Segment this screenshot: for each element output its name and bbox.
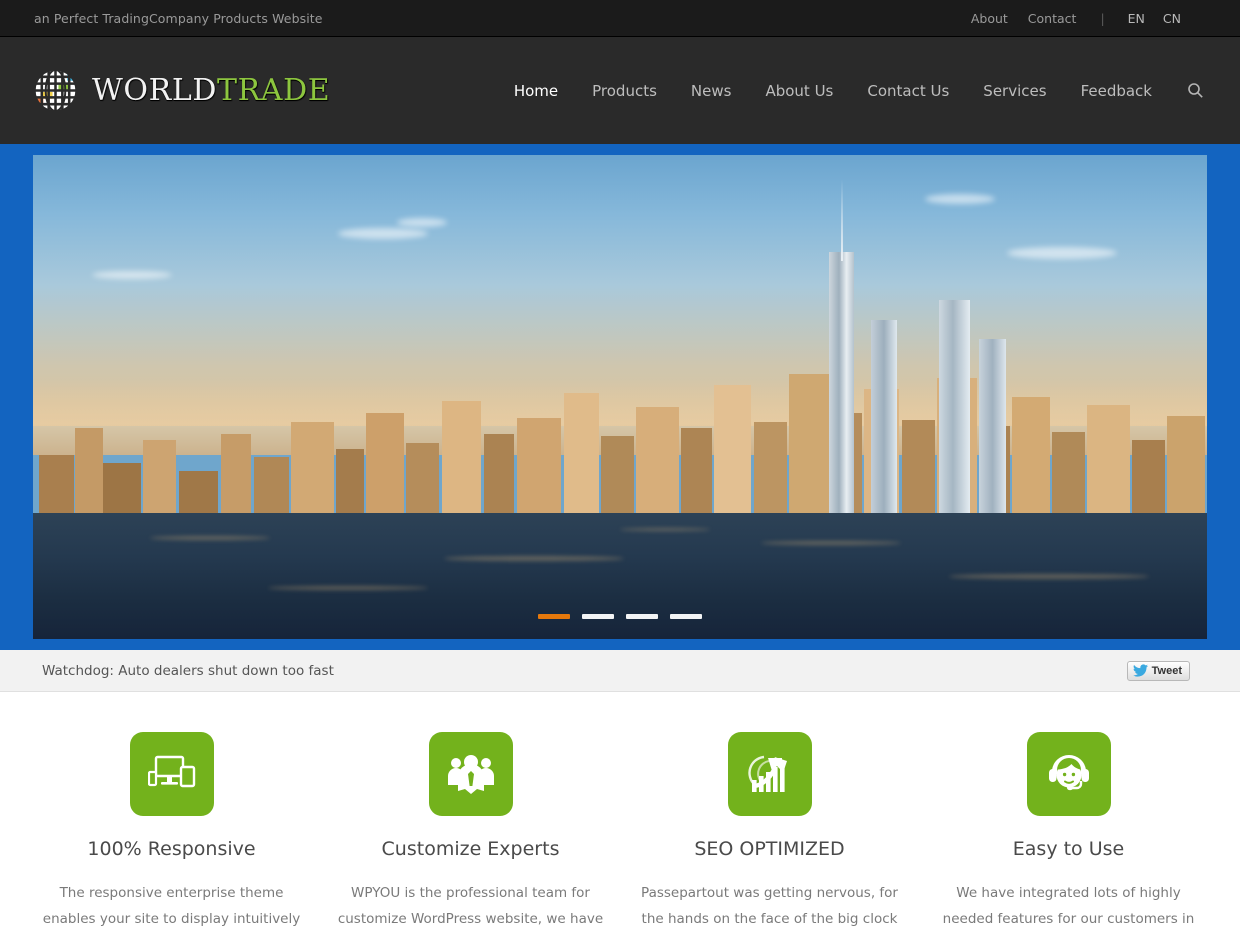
main-navigation: Home Products News About Us Contact Us S… <box>497 82 1212 100</box>
team-people-icon <box>428 732 513 816</box>
topbar-separator: | <box>1100 10 1105 26</box>
feature-card-seo-optimized: SEO OPTIMIZED Passepartout was getting n… <box>620 732 919 930</box>
city-skyline-layer <box>33 320 1207 514</box>
search-icon[interactable] <box>1169 82 1212 99</box>
feature-card-easy-to-use: Easy to Use We have integrated lots of h… <box>919 732 1218 930</box>
news-headline[interactable]: Watchdog: Auto dealers shut down too fas… <box>42 663 334 679</box>
water-layer <box>33 513 1207 639</box>
features-section: 100% Responsive The responsive enterpris… <box>0 692 1240 930</box>
nav-item-home[interactable]: Home <box>497 82 575 100</box>
freedom-tower <box>828 251 854 514</box>
feature-title: Easy to Use <box>1012 838 1125 860</box>
cloud-shape <box>925 193 996 204</box>
globe-icon <box>32 67 79 114</box>
cloud-shape <box>338 227 429 239</box>
language-switch-en[interactable]: EN <box>1119 11 1154 26</box>
feature-description: Passepartout was getting nervous, for th… <box>641 885 898 928</box>
topbar-link-about[interactable]: About <box>961 11 1018 26</box>
headset-support-icon <box>1026 732 1111 816</box>
nav-item-news[interactable]: News <box>674 82 749 100</box>
cloud-shape <box>1007 246 1118 259</box>
top-utility-links: About Contact | EN CN <box>961 11 1190 26</box>
site-tagline: an Perfect TradingCompany Products Websi… <box>34 10 323 26</box>
top-utility-bar: an Perfect TradingCompany Products Websi… <box>0 0 1240 37</box>
slider-pagination <box>33 614 1207 619</box>
slider-dot-2[interactable] <box>582 614 614 619</box>
responsive-devices-icon <box>129 732 214 816</box>
feature-description: The responsive enterprise theme enables … <box>42 885 301 928</box>
nav-item-about-us[interactable]: About Us <box>748 82 850 100</box>
brand-word-world: WORLD <box>92 72 217 108</box>
feature-title: Customize Experts <box>381 838 560 860</box>
feature-description: WPYOU is the professional team for custo… <box>337 885 604 928</box>
feature-card-customize-experts: Customize Experts WPYOU is the professio… <box>321 732 620 930</box>
tweet-button[interactable]: Tweet <box>1126 660 1190 681</box>
news-ticker-bar: Watchdog: Auto dealers shut down too fas… <box>0 650 1240 692</box>
brand-word-trade: TRADE <box>217 72 331 108</box>
nav-item-products[interactable]: Products <box>575 82 674 100</box>
site-header: WORLD TRADE Home Products News About Us C… <box>0 37 1240 144</box>
tweet-button-label: Tweet <box>1151 664 1182 677</box>
glass-tower-a <box>871 319 898 514</box>
glass-tower-b <box>939 300 970 514</box>
nav-item-services[interactable]: Services <box>966 82 1063 100</box>
slider-dot-4[interactable] <box>670 614 702 619</box>
twitter-bird-icon <box>1132 664 1148 677</box>
feature-title: 100% Responsive <box>87 838 256 860</box>
tower-spire <box>840 179 843 262</box>
feature-description: We have integrated lots of highly needed… <box>942 885 1195 928</box>
cloud-shape <box>396 217 447 227</box>
hero-slider <box>0 144 1240 650</box>
slider-dot-1[interactable] <box>538 614 570 619</box>
nav-item-feedback[interactable]: Feedback <box>1064 82 1169 100</box>
feature-title: SEO OPTIMIZED <box>694 838 845 860</box>
feature-card-responsive: 100% Responsive The responsive enterpris… <box>22 732 321 930</box>
language-switch-cn[interactable]: CN <box>1154 11 1190 26</box>
site-logo[interactable]: WORLD TRADE <box>32 67 330 114</box>
slider-dot-3[interactable] <box>626 614 658 619</box>
growth-chart-arrow-icon <box>727 732 812 816</box>
nav-item-contact-us[interactable]: Contact Us <box>850 82 966 100</box>
hero-slide-image[interactable] <box>33 155 1207 639</box>
brand-wordmark: WORLD TRADE <box>92 72 331 108</box>
topbar-link-contact[interactable]: Contact <box>1018 11 1087 26</box>
glass-tower-c <box>979 338 1007 514</box>
